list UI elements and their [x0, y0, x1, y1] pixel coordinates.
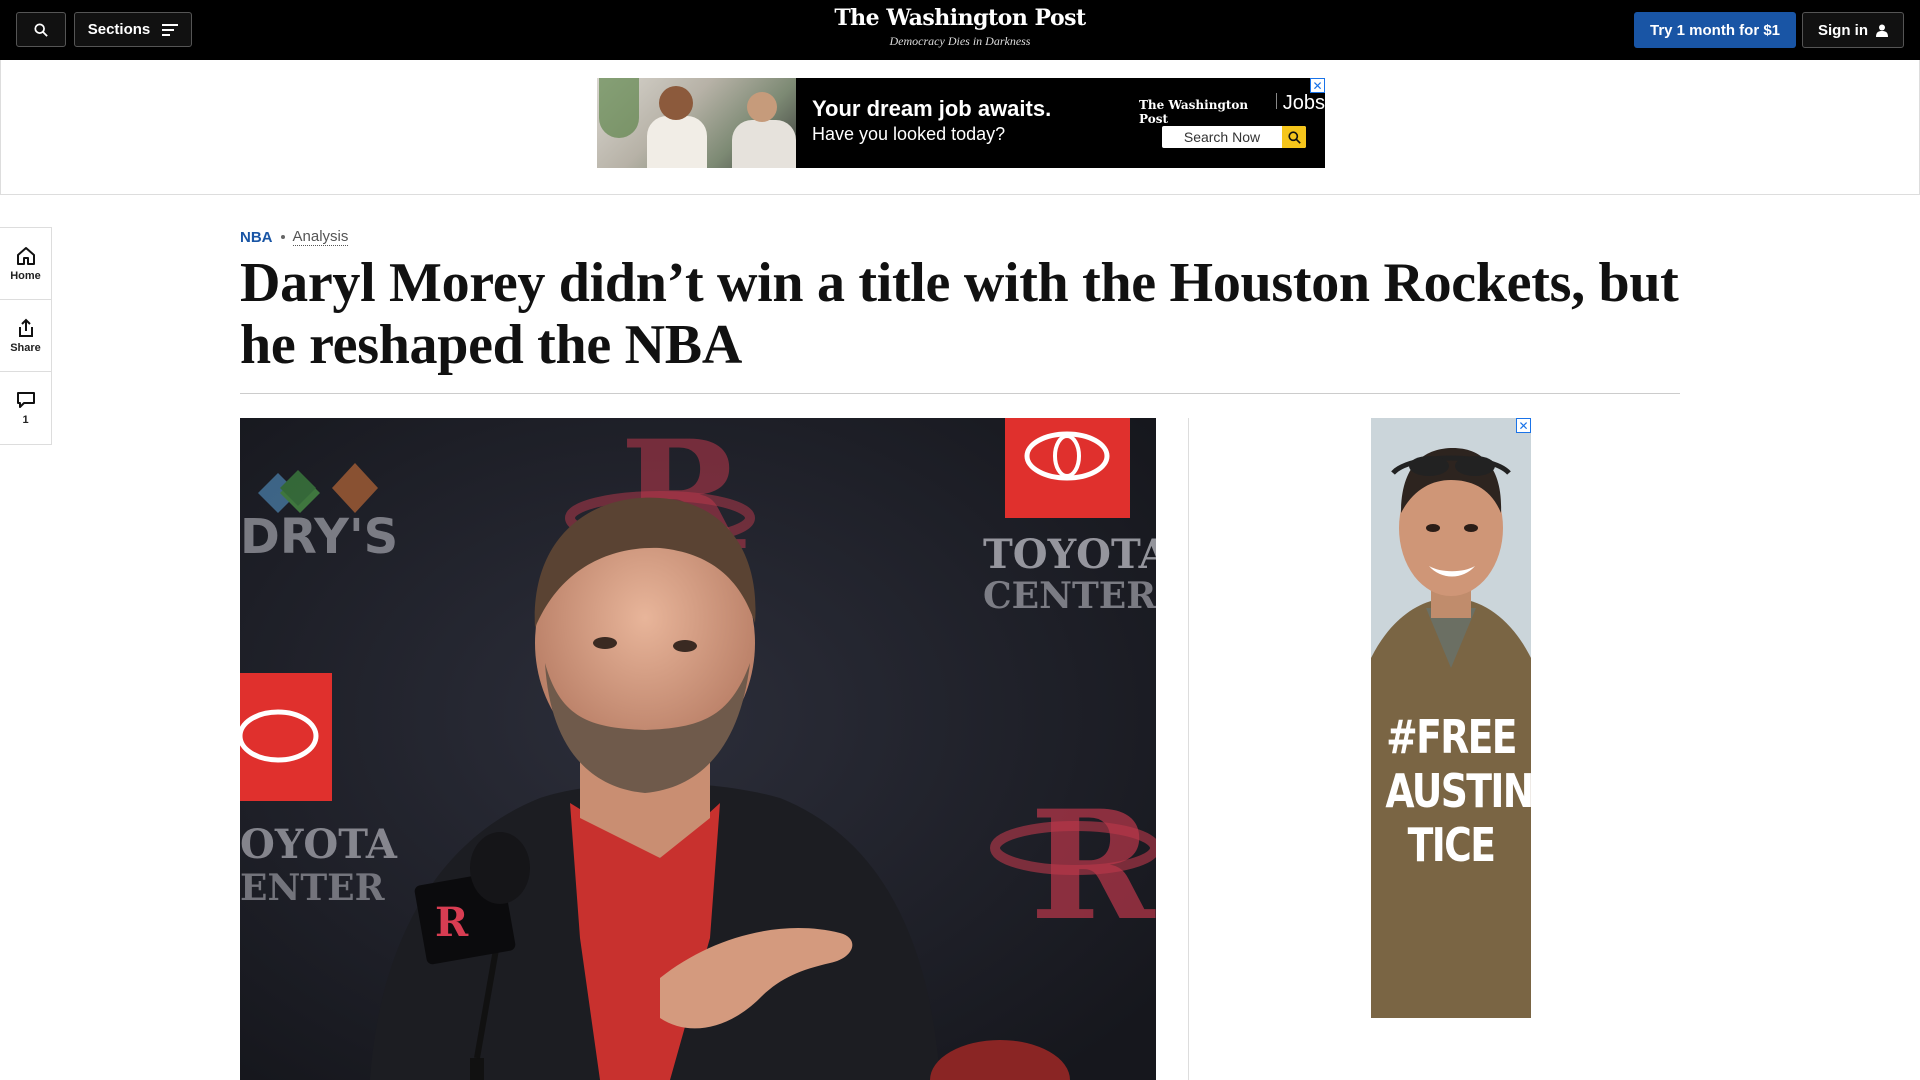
top-navigation-bar: Sections The Washington Post Democracy D…: [0, 0, 1920, 60]
svg-text:R: R: [435, 899, 469, 946]
section-link[interactable]: NBA: [240, 229, 273, 246]
home-icon: [16, 246, 35, 265]
jobs-ad[interactable]: Your dream job awaits. Have you looked t…: [597, 78, 1325, 168]
search-button[interactable]: [16, 12, 66, 47]
sign-in-button[interactable]: Sign in: [1802, 12, 1904, 48]
ad-close-icon[interactable]: ✕: [1310, 78, 1325, 93]
ad-line-1: #FREE: [1386, 710, 1517, 764]
headline-divider: [240, 393, 1680, 394]
signage-center-text: CENTER: [983, 575, 1156, 617]
ad-close-icon[interactable]: ✕: [1516, 418, 1531, 433]
rail-share-label: Share: [10, 341, 41, 354]
jobs-ad-search-label: Search Now: [1183, 129, 1261, 145]
signage-left-toyota: OYOTA: [240, 821, 398, 868]
signage-left-center: ENTER: [240, 867, 386, 909]
jobs-ad-subline: Have you looked today?: [812, 124, 1006, 144]
lead-photo[interactable]: DRY'S R TOYOTA CENTER OYOTA ENTER R R: [240, 418, 1156, 1080]
search-icon: [34, 22, 48, 37]
subscribe-button[interactable]: Try 1 month for $1: [1634, 12, 1796, 48]
article-left-rail: Home Share 1: [0, 227, 52, 445]
column-divider: [1188, 418, 1189, 1080]
site-logo[interactable]: The Washington Post: [760, 5, 1160, 31]
ad-line-3: TICE: [1407, 818, 1496, 872]
jobs-ad-brand: The Washington Post Jobs: [1139, 92, 1325, 126]
ad-line-2: AUSTIN: [1385, 764, 1531, 818]
article-type-label[interactable]: Analysis: [292, 228, 349, 246]
jobs-ad-photo: [597, 78, 796, 168]
sections-menu-button[interactable]: Sections: [74, 12, 192, 47]
hamburger-icon: [162, 23, 179, 36]
share-icon: [18, 318, 33, 337]
sections-label: Sections: [87, 21, 151, 38]
rail-share-button[interactable]: Share: [0, 300, 51, 372]
rail-home-label: Home: [10, 269, 41, 282]
leaderboard-ad-band: Your dream job awaits. Have you looked t…: [0, 60, 1920, 195]
search-icon: [1282, 126, 1306, 148]
article-headline: Daryl Morey didn’t win a title with the …: [240, 252, 1679, 376]
jobs-ad-brand-suffix: Jobs: [1282, 92, 1325, 114]
kicker-separator: [280, 235, 285, 239]
comment-icon: [16, 392, 35, 408]
sign-in-label: Sign in: [1818, 21, 1868, 39]
site-tagline: Democracy Dies in Darkness: [889, 34, 1031, 48]
free-austin-tice-ad[interactable]: #FREE AUSTIN TICE: [1371, 418, 1531, 1018]
lead-photo-image: DRY'S R TOYOTA CENTER OYOTA ENTER R R: [240, 418, 1156, 1080]
user-icon: [1876, 24, 1888, 37]
ad-campaign-text: #FREE AUSTIN TICE: [1385, 710, 1531, 872]
jobs-ad-brand-logo: The Washington Post: [1139, 98, 1249, 126]
rail-home-button[interactable]: Home: [0, 228, 51, 300]
article-kicker: NBA Analysis: [240, 228, 349, 246]
rail-comment-count: 1: [22, 414, 29, 426]
jobs-ad-search-button[interactable]: Search Now: [1162, 126, 1306, 148]
jobs-ad-headline: Your dream job awaits.: [812, 96, 1052, 121]
signage-toyota-text: TOYOTA: [983, 531, 1156, 578]
signage-sponsor-text: DRY'S: [240, 509, 398, 565]
masthead[interactable]: The Washington Post Democracy Dies in Da…: [760, 5, 1160, 49]
rail-comments-button[interactable]: 1: [0, 372, 51, 444]
